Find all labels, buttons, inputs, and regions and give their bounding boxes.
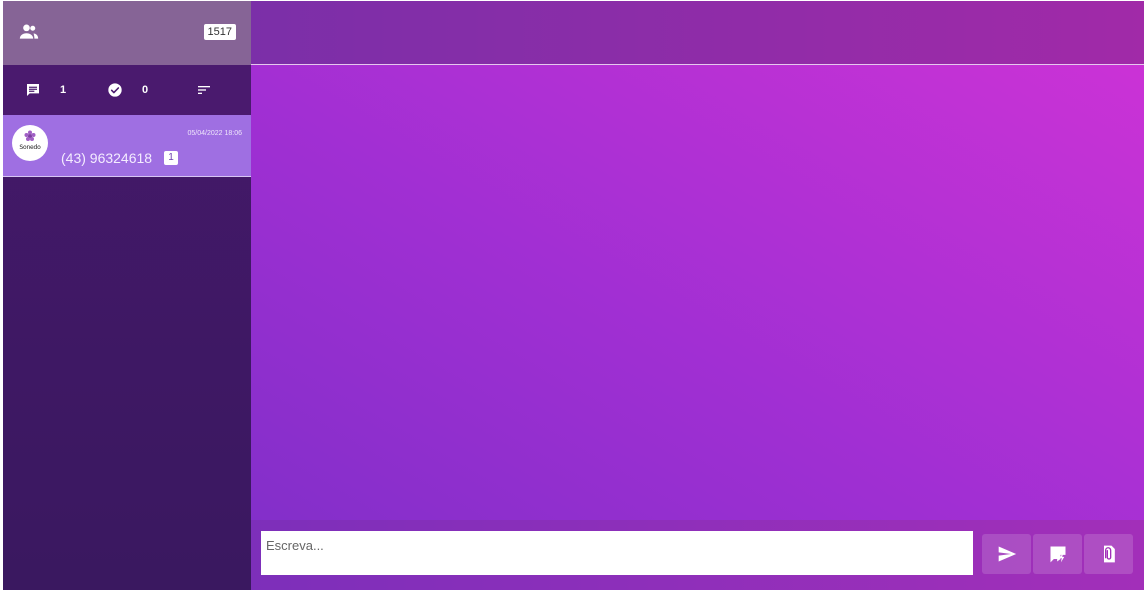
filter-resolved-chats[interactable]: 0 <box>107 82 148 98</box>
sidebar: 1517 1 0 Sonedo 05/04/2022 18:06 (43) 96… <box>3 1 251 590</box>
chat-list-item[interactable]: Sonedo 05/04/2022 18:06 (43) 96324618 1 <box>3 115 251 177</box>
contacts-count-badge: 1517 <box>203 24 236 40</box>
chat-timestamp: 05/04/2022 18:06 <box>187 130 243 137</box>
open-chats-count: 1 <box>60 84 67 96</box>
quick-reply-button[interactable] <box>1033 534 1082 574</box>
avatar-brand-text: Sonedo <box>19 144 41 151</box>
flower-logo-icon <box>24 130 36 141</box>
conversation-header <box>251 1 1144 65</box>
chat-icon <box>27 84 39 96</box>
avatar: Sonedo <box>12 125 48 161</box>
send-icon <box>998 546 1016 562</box>
sort-button[interactable] <box>196 82 212 98</box>
send-button[interactable] <box>982 534 1031 574</box>
attach-file-button[interactable] <box>1084 534 1133 574</box>
conversation-panel <box>251 1 1144 590</box>
contacts-icon[interactable] <box>18 22 40 42</box>
unread-count-badge: 1 <box>164 151 178 165</box>
message-input[interactable] <box>261 531 973 575</box>
sidebar-header: 1517 <box>3 1 251 65</box>
quick-reply-icon <box>1050 546 1065 563</box>
message-composer <box>251 520 1144 590</box>
chat-contact-phone: (43) 96324618 <box>61 150 153 166</box>
filter-open-chats[interactable]: 1 <box>25 82 66 98</box>
check-circle-icon <box>108 83 122 97</box>
filter-bar: 1 0 <box>3 65 251 115</box>
attachment-icon <box>1103 545 1115 563</box>
sort-icon <box>198 86 210 94</box>
app: 1517 1 0 Sonedo 05/04/2022 18:06 (43) 96… <box>0 0 1144 590</box>
resolved-chats-count: 0 <box>142 84 149 96</box>
